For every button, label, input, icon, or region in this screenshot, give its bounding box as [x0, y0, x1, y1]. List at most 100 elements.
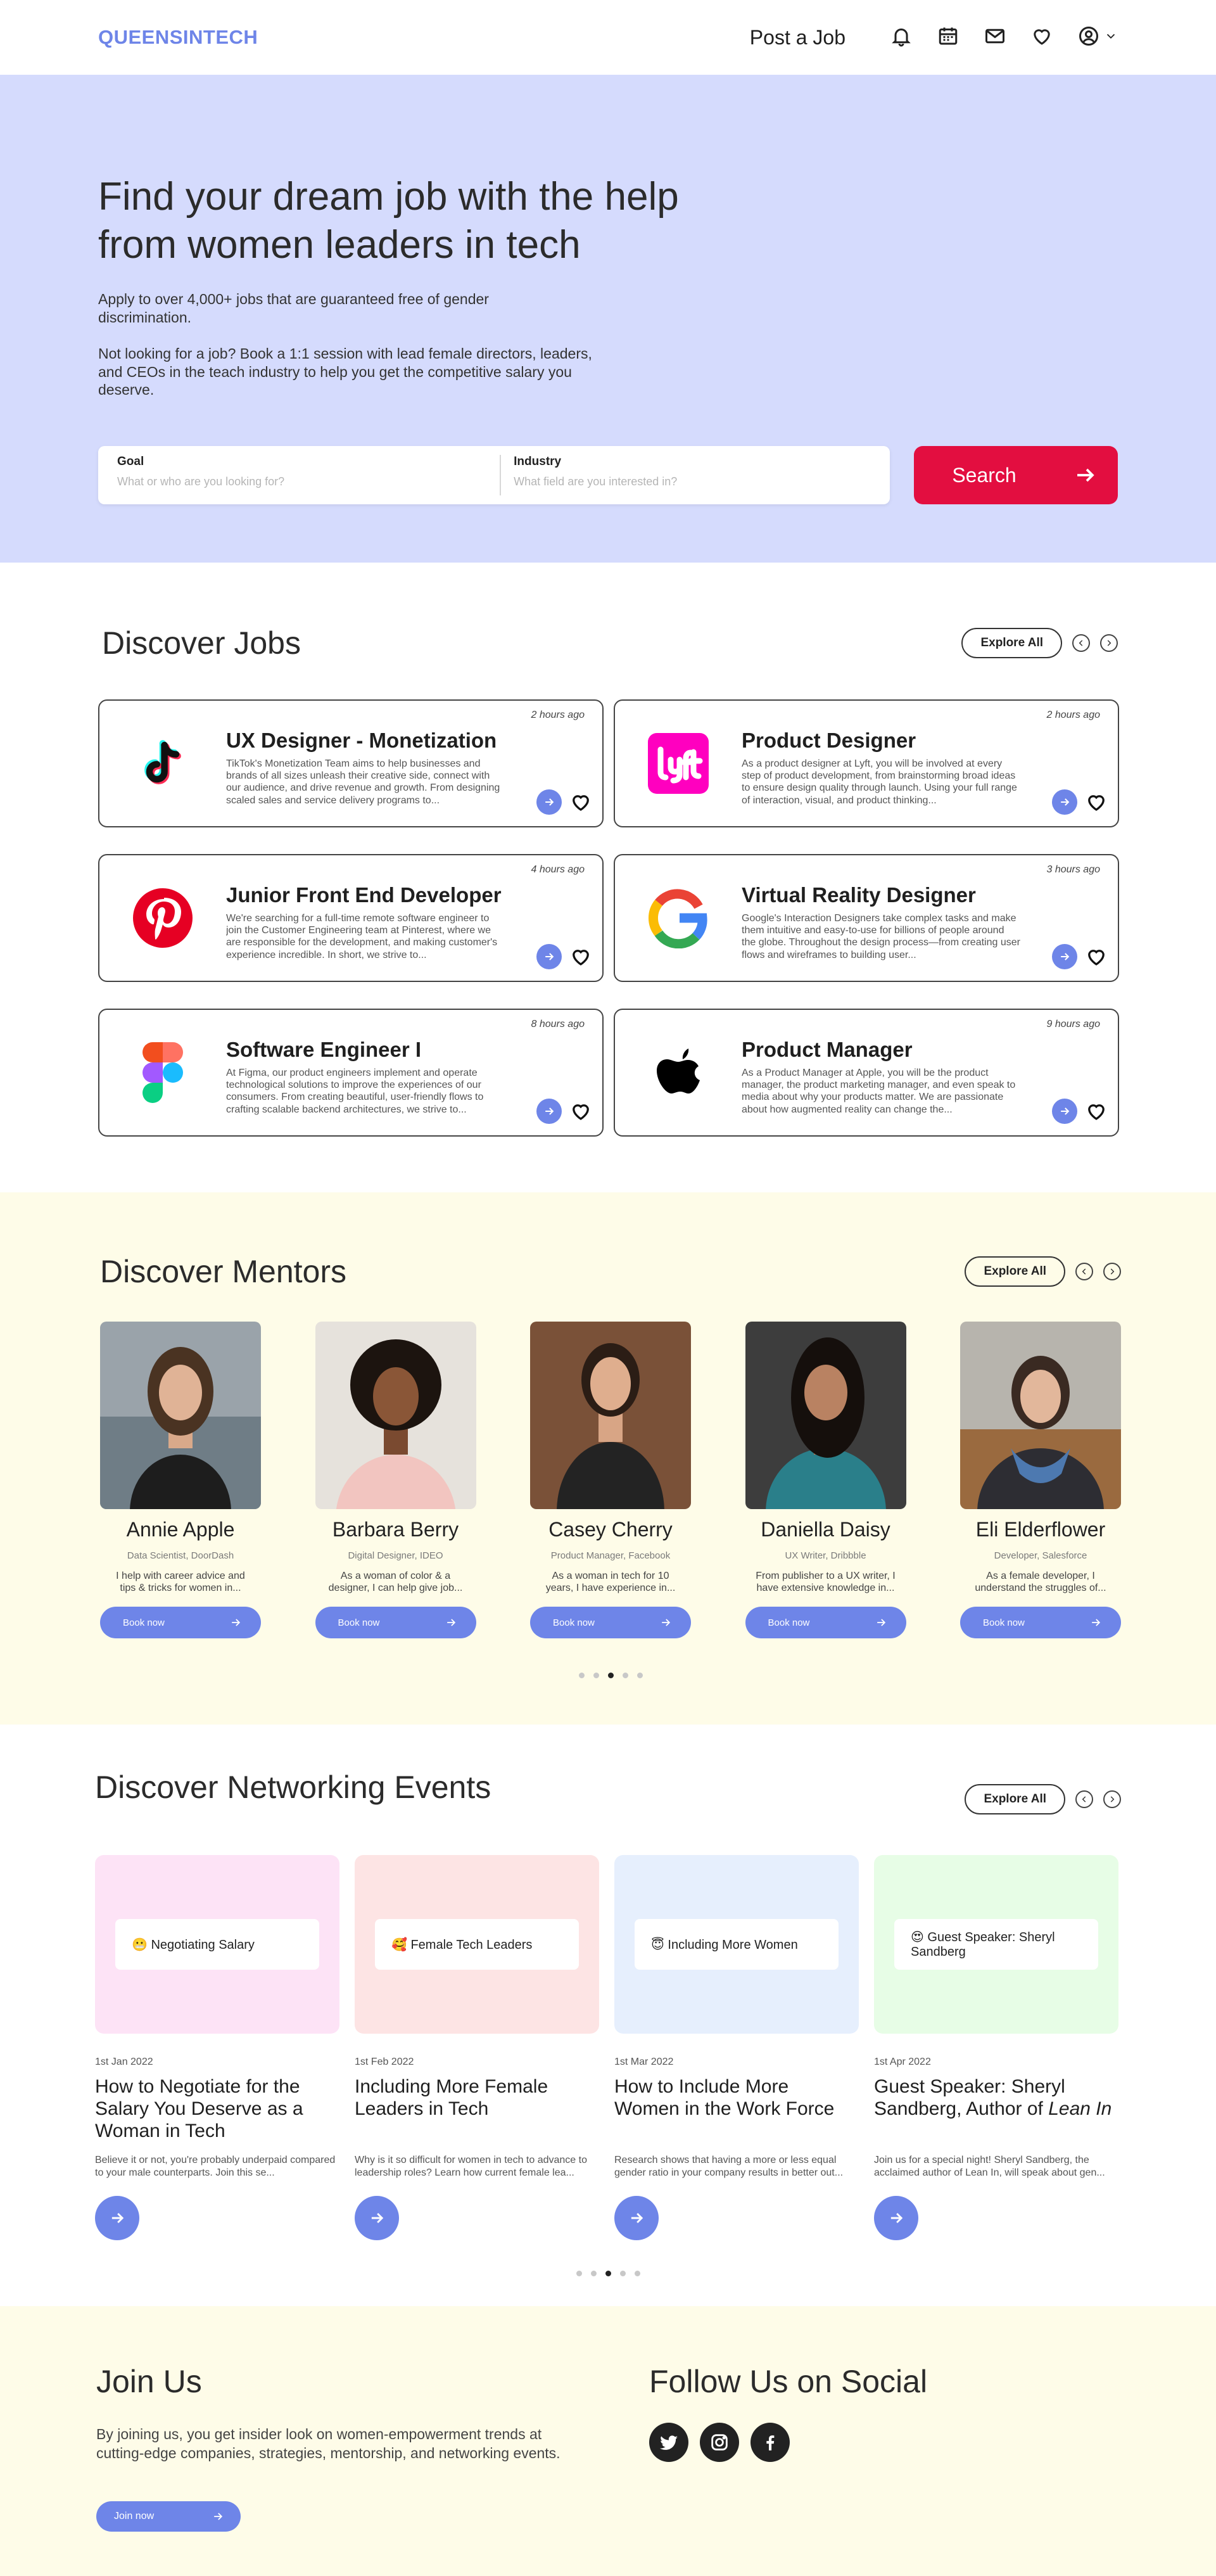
job-time: 2 hours ago [1046, 710, 1100, 720]
job-description: As a product designer at Lyft, you will … [742, 758, 1017, 806]
job-favorite-button[interactable] [568, 789, 593, 815]
pagination-dot-active[interactable] [605, 2271, 611, 2276]
job-open-button[interactable] [1052, 944, 1077, 969]
job-card[interactable]: Virtual Reality Designer Google's Intera… [614, 854, 1119, 982]
mentor-card: Barbara Berry Digital Designer, IDEO As … [315, 1322, 476, 1638]
arrow-right-icon [1061, 798, 1070, 806]
job-title[interactable]: UX Designer - Monetization [226, 729, 505, 753]
event-open-button[interactable] [95, 2196, 139, 2240]
job-title[interactable]: Product Manager [742, 1038, 1020, 1062]
pagination-dot[interactable] [634, 2271, 640, 2276]
arrow-right-icon [877, 1619, 885, 1626]
job-open-button[interactable] [536, 789, 562, 815]
event-title[interactable]: Including More Female Leaders in Tech [355, 2075, 599, 2143]
job-title[interactable]: Junior Front End Developer [226, 883, 505, 907]
pagination-dot[interactable] [590, 2271, 597, 2276]
pagination-dot[interactable] [578, 1673, 585, 1678]
chevron-right-icon [1110, 1796, 1115, 1802]
book-now-button[interactable]: Book now [315, 1607, 476, 1638]
job-title[interactable]: Product Designer [742, 729, 1020, 753]
job-open-button[interactable] [536, 1099, 562, 1124]
arrow-right-icon [446, 1619, 455, 1626]
search-box: Goal Industry [98, 446, 890, 504]
job-card[interactable]: Junior Front End Developer We're searchi… [98, 854, 604, 982]
job-favorite-button[interactable] [1084, 789, 1109, 815]
mentor-bio: As a woman of color & a designer, I can … [328, 1571, 463, 1594]
event-title[interactable]: How to Negotiate for the Salary You Dese… [95, 2075, 339, 2143]
book-now-button[interactable]: Book now [100, 1607, 261, 1638]
event-banner[interactable]: 😬 Negotiating Salary [95, 1855, 339, 2034]
mentors-explore-all-button[interactable]: Explore All [965, 1256, 1065, 1287]
book-now-button[interactable]: Book now [530, 1607, 691, 1638]
pagination-dot-active[interactable] [607, 1673, 614, 1678]
event-open-button[interactable] [874, 2196, 918, 2240]
events-next-button[interactable] [1103, 1790, 1121, 1808]
event-banner[interactable]: 😇 Including More Women [614, 1855, 859, 2034]
job-card[interactable]: Software Engineer I At Figma, our produc… [98, 1009, 604, 1137]
event-open-button[interactable] [355, 2196, 399, 2240]
pagination-dot[interactable] [619, 2271, 626, 2276]
pagination-dot[interactable] [593, 1673, 599, 1678]
job-open-button[interactable] [536, 944, 562, 969]
chevron-left-icon [1079, 640, 1083, 646]
instagram-icon[interactable] [700, 2423, 739, 2462]
book-now-label: Book now [553, 1617, 595, 1628]
events-explore-all-button[interactable]: Explore All [965, 1784, 1065, 1814]
pagination-dot[interactable] [576, 2271, 582, 2276]
event-title[interactable]: How to Include More Women in the Work Fo… [614, 2075, 859, 2143]
job-description: We're searching for a full-time remote s… [226, 913, 498, 960]
calendar-icon[interactable] [937, 25, 960, 51]
bell-icon[interactable] [890, 25, 913, 51]
job-favorite-button[interactable] [1084, 944, 1109, 969]
job-title[interactable]: Software Engineer I [226, 1038, 505, 1062]
industry-input[interactable] [514, 475, 878, 488]
search-button[interactable]: Search [914, 446, 1118, 504]
job-card[interactable]: Product Designer As a product designer a… [614, 699, 1119, 827]
mail-icon[interactable] [984, 25, 1006, 51]
nav-icons [890, 25, 1118, 51]
twitter-icon[interactable] [649, 2423, 688, 2462]
jobs-next-button[interactable] [1100, 634, 1118, 652]
mentor-photo[interactable] [315, 1322, 476, 1509]
mentor-name: Casey Cherry [548, 1518, 673, 1541]
chevron-right-icon [1110, 1268, 1115, 1275]
facebook-icon[interactable] [750, 2423, 790, 2462]
mentors-next-button[interactable] [1103, 1263, 1121, 1280]
mentor-photo[interactable] [530, 1322, 691, 1509]
job-card[interactable]: Product Manager As a Product Manager at … [614, 1009, 1119, 1137]
post-job-link[interactable]: Post a Job [750, 26, 846, 49]
mentor-photo[interactable] [100, 1322, 261, 1509]
pagination-dot[interactable] [622, 1673, 628, 1678]
job-favorite-button[interactable] [1084, 1099, 1109, 1124]
job-title[interactable]: Virtual Reality Designer [742, 883, 1020, 907]
job-open-button[interactable] [1052, 1099, 1077, 1124]
mentor-photo[interactable] [960, 1322, 1121, 1509]
job-favorite-button[interactable] [568, 944, 593, 969]
job-open-button[interactable] [1052, 789, 1077, 815]
mentor-photo[interactable] [745, 1322, 906, 1509]
event-open-button[interactable] [614, 2196, 659, 2240]
account-menu[interactable] [1077, 25, 1118, 51]
book-now-button[interactable]: Book now [745, 1607, 906, 1638]
event-banner[interactable]: 🥰 Female Tech Leaders [355, 1855, 599, 2034]
heart-icon[interactable] [1030, 25, 1053, 51]
events-prev-button[interactable] [1075, 1790, 1093, 1808]
job-card[interactable]: UX Designer - Monetization TikTok's Mone… [98, 699, 604, 827]
join-now-button[interactable]: Join now [96, 2501, 241, 2532]
goal-input[interactable] [117, 475, 481, 488]
jobs-prev-button[interactable] [1072, 634, 1090, 652]
pagination-dot[interactable] [636, 1673, 643, 1678]
book-now-button[interactable]: Book now [960, 1607, 1121, 1638]
event-title[interactable]: Guest Speaker: Sheryl Sandberg, Author o… [874, 2075, 1118, 2143]
arrow-right-icon [662, 1619, 671, 1626]
event-banner[interactable]: 😍 Guest Speaker: Sheryl Sandberg [874, 1855, 1118, 2034]
logo[interactable]: QUEENSINTECH [98, 26, 258, 49]
jobs-explore-all-button[interactable]: Explore All [961, 628, 1062, 658]
page: QUEENSINTECH Post a Job Find your dream … [0, 0, 1216, 2576]
mentor-card: Eli Elderflower Developer, Salesforce As… [960, 1322, 1121, 1638]
join-title: Join Us [96, 2364, 202, 2399]
mentors-prev-button[interactable] [1075, 1263, 1093, 1280]
job-time: 9 hours ago [1046, 1019, 1100, 1030]
jobs-title: Discover Jobs [102, 625, 301, 661]
job-favorite-button[interactable] [568, 1099, 593, 1124]
